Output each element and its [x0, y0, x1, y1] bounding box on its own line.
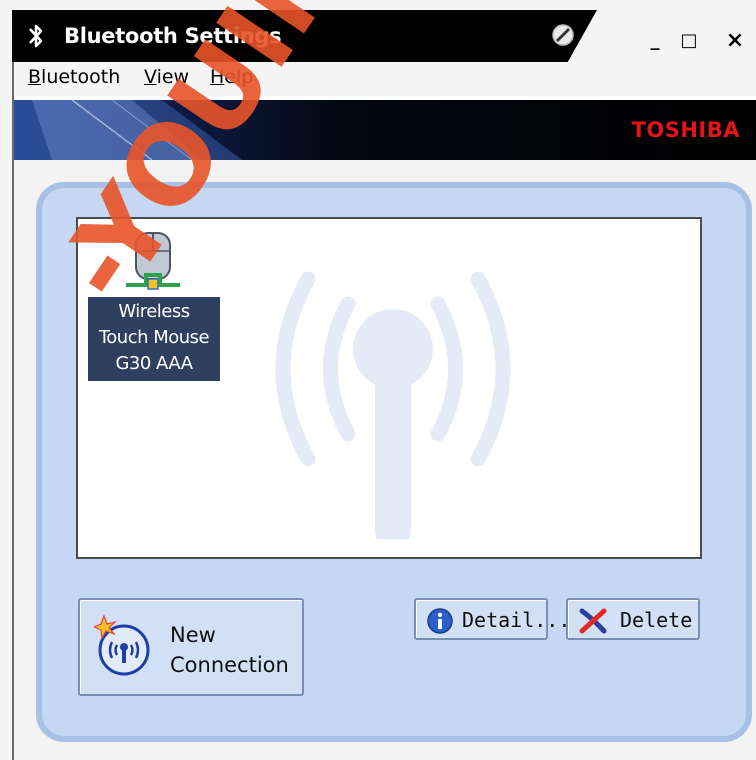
- menu-bar: Bluetooth View Help: [12, 62, 756, 96]
- device-name-line-3: G30 AAA: [115, 353, 193, 374]
- pin-icon[interactable]: [550, 22, 576, 48]
- maximize-button[interactable]: □: [674, 26, 704, 56]
- new-connection-label-line-2: Connection: [170, 653, 289, 677]
- brand-banner: TOSHIBA: [12, 100, 756, 160]
- close-button[interactable]: ×: [720, 26, 750, 56]
- mouse-icon: [126, 232, 180, 290]
- title-bar: Bluetooth Settings _ □ ×: [0, 0, 756, 62]
- bluetooth-antenna-watermark: [275, 271, 511, 539]
- laptop-art: [12, 100, 242, 160]
- delete-label: Delete: [620, 608, 693, 632]
- minimize-button[interactable]: _: [640, 26, 670, 56]
- new-connection-label: New Connection: [170, 620, 289, 680]
- device-label: Wireless Touch Mouse G30 AAA: [88, 297, 220, 381]
- bluetooth-icon: [29, 24, 43, 48]
- menu-view[interactable]: View: [144, 66, 189, 88]
- info-icon: [427, 608, 453, 634]
- device-name-line-1: Wireless: [118, 301, 190, 322]
- delete-icon: [579, 608, 607, 634]
- toshiba-logo: TOSHIBA: [631, 118, 740, 142]
- device-list[interactable]: Wireless Touch Mouse G30 AAA: [76, 217, 702, 559]
- menu-bluetooth[interactable]: Bluetooth: [28, 66, 120, 88]
- menu-help[interactable]: Help: [210, 66, 253, 88]
- device-name-line-2: Touch Mouse: [98, 327, 210, 348]
- window-left-border: [0, 62, 12, 760]
- new-connection-button[interactable]: New Connection: [78, 598, 304, 696]
- new-connection-label-line-1: New: [170, 623, 216, 647]
- window-title: Bluetooth Settings: [64, 24, 282, 48]
- detail-button[interactable]: Detail...: [414, 598, 570, 640]
- new-connection-icon: [94, 614, 150, 676]
- detail-label: Detail...: [462, 608, 571, 632]
- delete-button[interactable]: Delete: [566, 598, 700, 640]
